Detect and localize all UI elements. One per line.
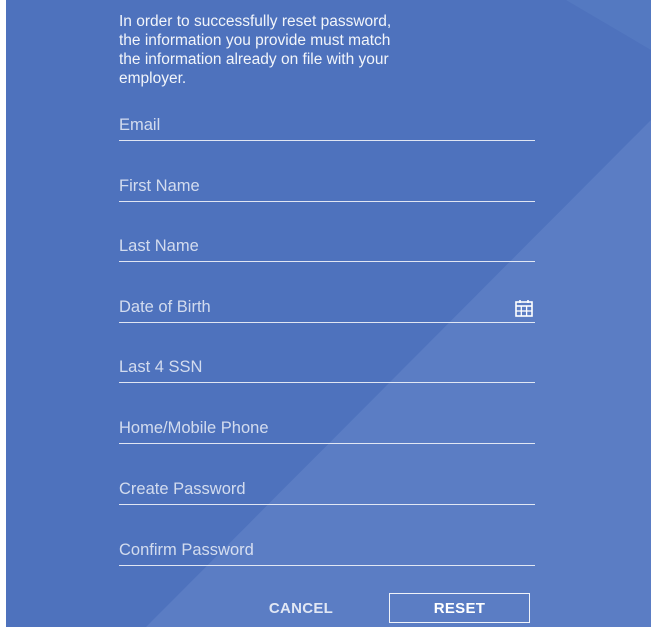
create-password-field [119, 474, 535, 505]
date-of-birth-input[interactable] [119, 298, 499, 317]
reset-button[interactable]: RESET [389, 593, 530, 623]
calendar-icon[interactable] [514, 299, 534, 317]
ssn-field [119, 352, 535, 383]
phone-field [119, 413, 535, 444]
date-of-birth-field [119, 292, 535, 323]
confirm-password-field [119, 535, 535, 566]
first-name-input[interactable] [119, 177, 499, 196]
create-password-input[interactable] [119, 480, 499, 499]
reset-password-panel: In order to successfully reset password,… [6, 0, 651, 627]
phone-input[interactable] [119, 419, 499, 438]
instructions-line: the information already on file with you… [119, 51, 389, 68]
email-input[interactable] [119, 116, 499, 135]
instructions-text: In order to successfully reset password,… [119, 12, 549, 88]
confirm-password-input[interactable] [119, 541, 499, 560]
cancel-button[interactable]: CANCEL [246, 593, 356, 623]
instructions-line: the information you provide must match [119, 32, 391, 49]
ssn-input[interactable] [119, 358, 499, 377]
instructions-line: employer. [119, 70, 187, 87]
email-field [119, 110, 535, 141]
instructions-line: In order to successfully reset password, [119, 13, 392, 30]
last-name-field [119, 231, 535, 262]
last-name-input[interactable] [119, 237, 499, 256]
first-name-field [119, 171, 535, 202]
